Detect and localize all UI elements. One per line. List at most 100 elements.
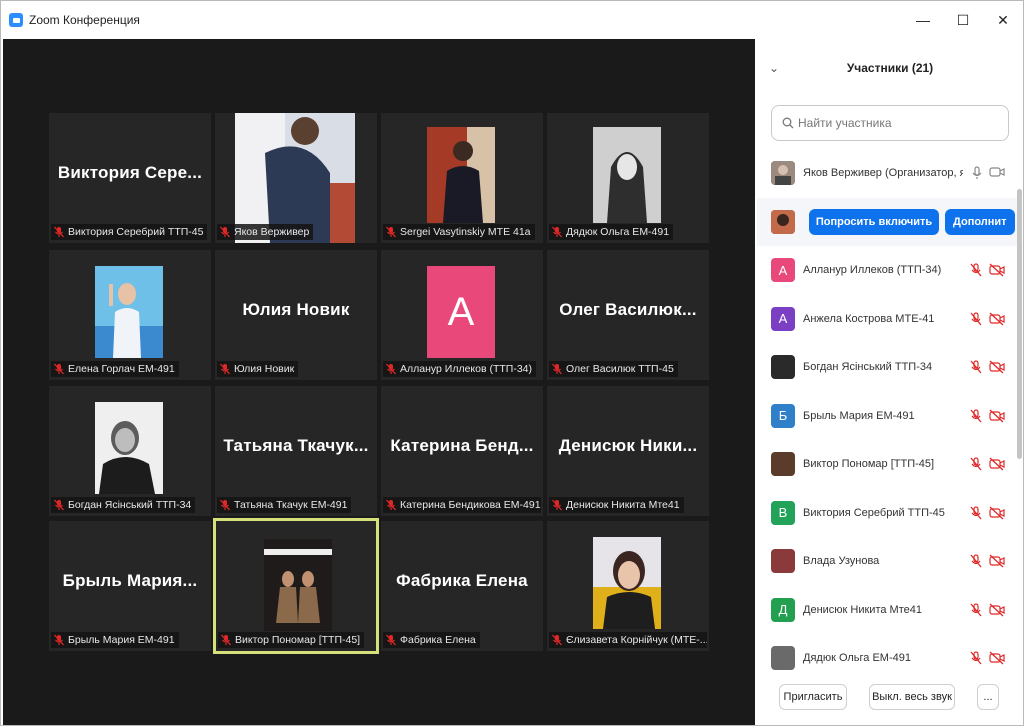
video-tile[interactable]: Виктория Сере... Виктория Серебрий ТТП-45 [49, 113, 211, 243]
more-button[interactable]: ... [977, 684, 999, 710]
participant-row[interactable]: А Алланур Иллеков (ТТП-34) [757, 246, 1019, 295]
avatar [771, 209, 795, 234]
video-tile[interactable]: Яков Верживер [215, 113, 377, 243]
participant-row[interactable]: Богдан Ясінський ТТП-34 [757, 343, 1019, 392]
participant-name: Анжела Кострова МТЕ-41 [803, 312, 935, 325]
muted-microphone-icon [54, 363, 64, 375]
tile-name-label: Єлизавета Корнійчук (МТЕ-... [549, 632, 707, 648]
invite-button[interactable]: Пригласить [779, 684, 847, 710]
participant-row[interactable]: Б Брыль Мария ЕМ-491 [757, 392, 1019, 441]
tile-name-text: Фабрика Елена [400, 634, 476, 646]
participant-scrollbar[interactable] [1017, 189, 1022, 459]
muted-microphone-icon[interactable] [969, 651, 983, 665]
muted-microphone-icon[interactable] [969, 506, 983, 520]
tile-name-label: Олег Василюк ТТП-45 [549, 361, 678, 377]
participant-photo [95, 266, 163, 363]
muted-microphone-icon [54, 226, 64, 238]
video-off-icon[interactable] [989, 409, 1005, 423]
avatar: В [771, 500, 795, 525]
video-camera-icon[interactable] [989, 166, 1005, 178]
tile-name-text: Виктор Пономар [ТТП-45] [235, 634, 361, 646]
video-off-icon[interactable] [989, 312, 1005, 326]
muted-microphone-icon[interactable] [969, 312, 983, 326]
participant-list: Яков Верживер (Организатор, я) Попросить… [757, 149, 1019, 683]
tile-name-text: Єлизавета Корнійчук (МТЕ-... [566, 634, 707, 646]
tile-name-text: Олег Василюк ТТП-45 [566, 363, 674, 375]
tile-name-label: Фабрика Елена [383, 632, 480, 648]
title-bar: Zoom Конференция — ☐ ✕ [1, 1, 1023, 39]
video-tile[interactable]: Богдан Ясінський ТТП-34 [49, 386, 211, 516]
video-tile[interactable]: Виктор Пономар [ТТП-45] [213, 518, 379, 654]
participant-row[interactable]: В Виктория Серебрий ТТП-45 [757, 489, 1019, 538]
participant-row-selected[interactable]: Попросить включить Дополнит [757, 197, 1019, 246]
muted-microphone-icon[interactable] [969, 263, 983, 277]
video-tile[interactable]: Юлия Новик Юлия Новик [215, 250, 377, 380]
tile-name-text: Яков Верживер [234, 226, 310, 238]
video-off-icon[interactable] [989, 603, 1005, 617]
tile-display-name: Денисюк Ники... [558, 436, 698, 455]
tile-name-text: Елена Горлач ЕМ-491 [68, 363, 175, 375]
video-tile[interactable]: Катерина Бенд... Катерина Бендикова ЕМ-49… [381, 386, 543, 516]
tile-name-label: Дядюк Ольга ЕМ-491 [549, 224, 674, 240]
tile-name-label: Sergei Vasytinskiy МТЕ 41а [383, 224, 535, 240]
muted-microphone-icon [386, 226, 396, 238]
video-off-icon[interactable] [989, 263, 1005, 277]
search-input[interactable]: Найти участника [771, 105, 1009, 141]
participant-name: Денисюк Никита Мте41 [803, 603, 922, 616]
tile-name-label: Яков Верживер [217, 224, 314, 240]
muted-microphone-icon[interactable] [969, 360, 983, 374]
microphone-icon[interactable] [971, 166, 983, 180]
video-tile[interactable]: Sergei Vasytinskiy МТЕ 41а [381, 113, 543, 243]
collapse-chevron-icon[interactable]: ⌄ [769, 61, 779, 75]
participant-row-host[interactable]: Яков Верживер (Организатор, я) [757, 149, 1019, 198]
muted-microphone-icon [552, 634, 562, 646]
tile-name-text: Татьяна Ткачук ЕМ-491 [234, 499, 348, 511]
search-placeholder: Найти участника [798, 116, 892, 130]
zoom-window: Zoom Конференция — ☐ ✕ Виктория Сере... В… [0, 0, 1024, 726]
participant-name: Виктория Серебрий ТТП-45 [803, 506, 945, 519]
video-tile[interactable]: Єлизавета Корнійчук (МТЕ-... [547, 521, 709, 651]
participant-name: Дядюк Ольга ЕМ-491 [803, 652, 911, 665]
video-off-icon[interactable] [989, 506, 1005, 520]
mute-all-button[interactable]: Выкл. весь звук [869, 684, 955, 710]
tile-name-label: Алланур Иллеков (ТТП-34) [383, 361, 537, 377]
video-tile[interactable]: Фабрика Елена Фабрика Елена [381, 521, 543, 651]
participant-row[interactable]: Влада Узунова [757, 537, 1019, 586]
ask-to-unmute-button[interactable]: Попросить включить [809, 208, 939, 235]
video-off-icon[interactable] [989, 554, 1005, 568]
muted-microphone-icon[interactable] [969, 603, 983, 617]
tile-name-label: Виктория Серебрий ТТП-45 [51, 224, 208, 240]
participant-row[interactable]: А Анжела Кострова МТЕ-41 [757, 295, 1019, 344]
video-tile[interactable]: Брыль Мария... Брыль Мария ЕМ-491 [49, 521, 211, 651]
participant-photo [264, 539, 332, 636]
video-tile[interactable]: Олег Василюк... Олег Василюк ТТП-45 [547, 250, 709, 380]
more-options-button[interactable]: Дополнит [945, 208, 1015, 235]
video-tile[interactable]: Татьяна Ткачук... Татьяна Ткачук ЕМ-491 [215, 386, 377, 516]
video-off-icon[interactable] [989, 360, 1005, 374]
video-tile[interactable]: Денисюк Ники... Денисюк Никита Мте41 [547, 386, 709, 516]
muted-microphone-icon[interactable] [969, 409, 983, 423]
muted-microphone-icon[interactable] [969, 457, 983, 471]
tile-display-name: Катерина Бенд... [390, 436, 534, 455]
participant-name: Влада Узунова [803, 555, 880, 568]
muted-microphone-icon[interactable] [969, 554, 983, 568]
close-button[interactable]: ✕ [983, 1, 1023, 39]
avatar [771, 549, 795, 574]
maximize-button[interactable]: ☐ [943, 1, 983, 39]
video-gallery: Виктория Сере... Виктория Серебрий ТТП-45… [3, 39, 755, 725]
video-tile[interactable]: Дядюк Ольга ЕМ-491 [547, 113, 709, 243]
tile-display-name: Татьяна Ткачук... [223, 436, 369, 455]
participant-name: Яков Верживер (Организатор, я) [803, 167, 963, 180]
tile-name-label: Татьяна Ткачук ЕМ-491 [217, 497, 352, 513]
participant-row[interactable]: Д Денисюк Никита Мте41 [757, 586, 1019, 635]
muted-microphone-icon [220, 499, 230, 511]
video-off-icon[interactable] [989, 457, 1005, 471]
video-off-icon[interactable] [989, 651, 1005, 665]
avatar: Д [771, 597, 795, 622]
participant-row[interactable]: Виктор Пономар [ТТП-45] [757, 440, 1019, 489]
avatar: А [771, 258, 795, 283]
minimize-button[interactable]: — [903, 1, 943, 39]
tile-display-name: Юлия Новик [242, 300, 350, 319]
video-tile[interactable]: Елена Горлач ЕМ-491 [49, 250, 211, 380]
video-tile[interactable]: А Алланур Иллеков (ТТП-34) [381, 250, 543, 380]
